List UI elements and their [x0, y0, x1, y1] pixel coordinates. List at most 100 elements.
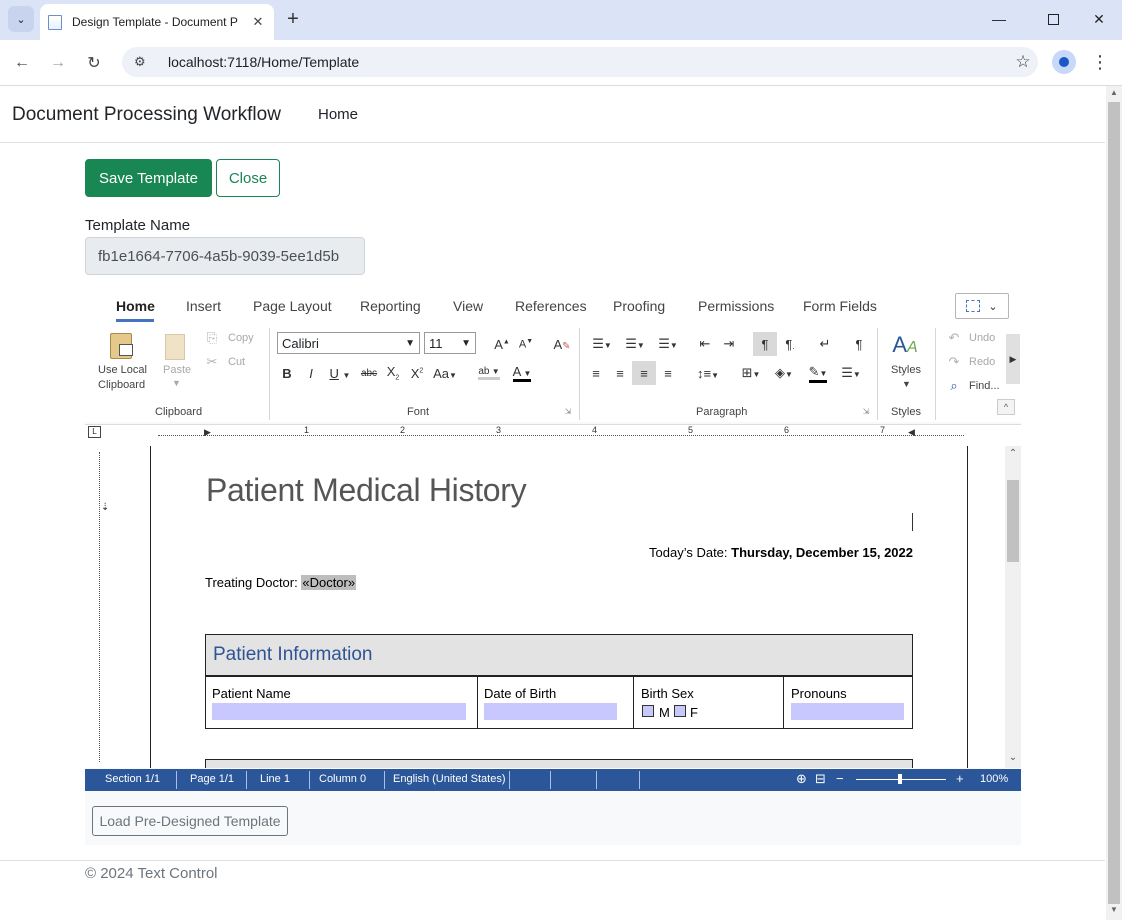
- tab-reporting[interactable]: Reporting: [360, 298, 421, 314]
- bold-button[interactable]: B: [279, 364, 295, 382]
- tab-search-button[interactable]: ⌄: [8, 6, 34, 32]
- numbering-button[interactable]: ☰▼: [621, 334, 649, 354]
- undo-icon[interactable]: ↶: [946, 330, 962, 345]
- frame-width-button[interactable]: ☰▼: [838, 364, 864, 382]
- profile-avatar[interactable]: [1052, 50, 1076, 74]
- tab-insert[interactable]: Insert: [186, 298, 221, 314]
- back-button[interactable]: ←: [9, 50, 35, 76]
- pronouns-form-field[interactable]: [791, 703, 904, 720]
- tab-home[interactable]: Home: [116, 298, 155, 314]
- document-title[interactable]: Patient Medical History: [206, 472, 527, 509]
- keep-lines-button[interactable]: ↵: [816, 334, 834, 354]
- minimize-button[interactable]: —: [988, 8, 1010, 30]
- zoom-in-icon[interactable]: +: [956, 771, 964, 786]
- increase-indent-button[interactable]: ⇥: [720, 334, 738, 354]
- tab-page-layout[interactable]: Page Layout: [253, 298, 332, 314]
- undo-label[interactable]: Undo: [969, 332, 995, 344]
- font-size-select[interactable]: 11 ▼: [424, 332, 476, 354]
- document-scrollbar-thumb[interactable]: [1007, 480, 1019, 562]
- top-margin-marker[interactable]: ⇣: [101, 502, 109, 513]
- cut-icon[interactable]: ✂: [204, 354, 220, 369]
- patient-information-title[interactable]: Patient Information: [213, 644, 372, 666]
- borders-button[interactable]: ⊞▼: [738, 364, 764, 382]
- nav-link-home[interactable]: Home: [318, 106, 358, 123]
- paste-dropdown-icon[interactable]: ▼: [172, 378, 181, 388]
- vertical-ruler[interactable]: ⇣: [85, 446, 115, 768]
- doctor-merge-field[interactable]: «Doctor»: [301, 575, 357, 590]
- next-section-table[interactable]: [205, 759, 913, 768]
- sex-f-checkbox[interactable]: [674, 705, 686, 717]
- new-tab-button[interactable]: +: [282, 8, 304, 30]
- ribbon-scroll-right-button[interactable]: ▶: [1006, 334, 1020, 384]
- redo-label[interactable]: Redo: [969, 356, 995, 368]
- text-direction-button[interactable]: ¶.: [781, 334, 799, 354]
- styles-dropdown-icon[interactable]: ▼: [902, 379, 911, 389]
- todays-date-line[interactable]: Today’s Date: Thursday, December 15, 202…: [520, 545, 913, 560]
- ribbon-display-options-button[interactable]: ⌄: [955, 293, 1009, 319]
- sex-m-checkbox[interactable]: [642, 705, 654, 717]
- right-indent-marker[interactable]: ◀: [908, 427, 915, 438]
- zoom-to-page-icon[interactable]: ⊕: [796, 771, 807, 787]
- line-spacing-button[interactable]: ↕≡▼: [694, 364, 722, 382]
- patient-name-form-field[interactable]: [212, 703, 466, 720]
- font-dialog-launcher-icon[interactable]: ⇲: [563, 406, 573, 416]
- cut-label[interactable]: Cut: [228, 356, 245, 368]
- show-formatting-button[interactable]: ¶: [753, 332, 777, 356]
- shading-button[interactable]: ◈▼: [770, 364, 798, 382]
- frame-color-button[interactable]: ✎▼: [804, 364, 832, 383]
- template-name-input[interactable]: [85, 237, 365, 275]
- address-bar[interactable]: ⚙ localhost:7118/Home/Template ☆: [122, 47, 1038, 77]
- reload-button[interactable]: ↻: [81, 50, 107, 76]
- close-button[interactable]: Close: [216, 159, 280, 197]
- shrink-font-button[interactable]: A▼: [516, 334, 536, 354]
- doc-scroll-down-icon[interactable]: ⌄: [1007, 752, 1019, 764]
- browser-menu-button[interactable]: ⋮: [1090, 50, 1110, 74]
- align-left-button[interactable]: ≡: [588, 364, 604, 382]
- zoom-level[interactable]: 100%: [980, 773, 1008, 785]
- copy-label[interactable]: Copy: [228, 332, 254, 344]
- clear-formatting-button[interactable]: A✎: [552, 334, 572, 354]
- decrease-indent-button[interactable]: ⇤: [696, 334, 714, 354]
- align-right-button[interactable]: ≡: [632, 361, 656, 385]
- zoom-slider-handle[interactable]: [898, 774, 902, 784]
- tab-proofing[interactable]: Proofing: [613, 298, 665, 314]
- save-template-button[interactable]: Save Template: [85, 159, 212, 197]
- change-case-button[interactable]: Aa▼: [430, 364, 460, 382]
- browser-tab[interactable]: Design Template - Document P ✕: [40, 4, 274, 40]
- multilevel-list-button[interactable]: ☰▼: [654, 334, 682, 354]
- font-color-button[interactable]: A ▼: [508, 364, 536, 382]
- tab-form-fields[interactable]: Form Fields: [803, 298, 877, 314]
- font-family-select[interactable]: Calibri ▼: [277, 332, 420, 354]
- strikethrough-button[interactable]: abc: [358, 364, 380, 382]
- status-language[interactable]: English (United States): [393, 773, 506, 785]
- forward-button[interactable]: →: [45, 50, 71, 76]
- italic-button[interactable]: I: [303, 364, 319, 382]
- close-window-button[interactable]: ✕: [1088, 8, 1110, 30]
- justify-button[interactable]: ≡: [660, 364, 676, 382]
- find-label[interactable]: Find...: [969, 380, 1000, 392]
- redo-icon[interactable]: ↷: [946, 354, 962, 369]
- load-pre-designed-template-button[interactable]: Load Pre-Designed Template: [92, 806, 288, 836]
- first-line-indent-marker[interactable]: ▶: [204, 427, 211, 438]
- subscript-button[interactable]: X2: [384, 364, 402, 382]
- paste-button[interactable]: [160, 332, 190, 362]
- zoom-to-width-icon[interactable]: ⊟: [815, 771, 826, 787]
- tab-permissions[interactable]: Permissions: [698, 298, 774, 314]
- grow-font-button[interactable]: A▲: [492, 334, 512, 354]
- copy-icon[interactable]: ⎘: [204, 330, 220, 345]
- use-local-clipboard-button[interactable]: [105, 330, 137, 362]
- paragraph-mark-button[interactable]: ¶: [850, 334, 868, 354]
- underline-button[interactable]: U ▼: [327, 364, 353, 382]
- close-tab-icon[interactable]: ✕: [250, 14, 266, 30]
- scroll-down-icon[interactable]: ▼: [1108, 905, 1120, 917]
- find-icon[interactable]: ⌕: [946, 378, 962, 393]
- paragraph-dialog-launcher-icon[interactable]: ⇲: [861, 406, 871, 416]
- scroll-up-icon[interactable]: ▲: [1108, 88, 1120, 100]
- navbar-brand[interactable]: Document Processing Workflow: [12, 104, 281, 126]
- date-of-birth-form-field[interactable]: [484, 703, 617, 720]
- zoom-out-icon[interactable]: −: [836, 771, 844, 786]
- page-scrollbar-thumb[interactable]: [1108, 102, 1120, 904]
- treating-doctor-line[interactable]: Treating Doctor: «Doctor»: [205, 575, 357, 590]
- highlight-color-button[interactable]: ab ▼: [474, 364, 504, 382]
- doc-scroll-up-icon[interactable]: ⌃: [1007, 448, 1019, 460]
